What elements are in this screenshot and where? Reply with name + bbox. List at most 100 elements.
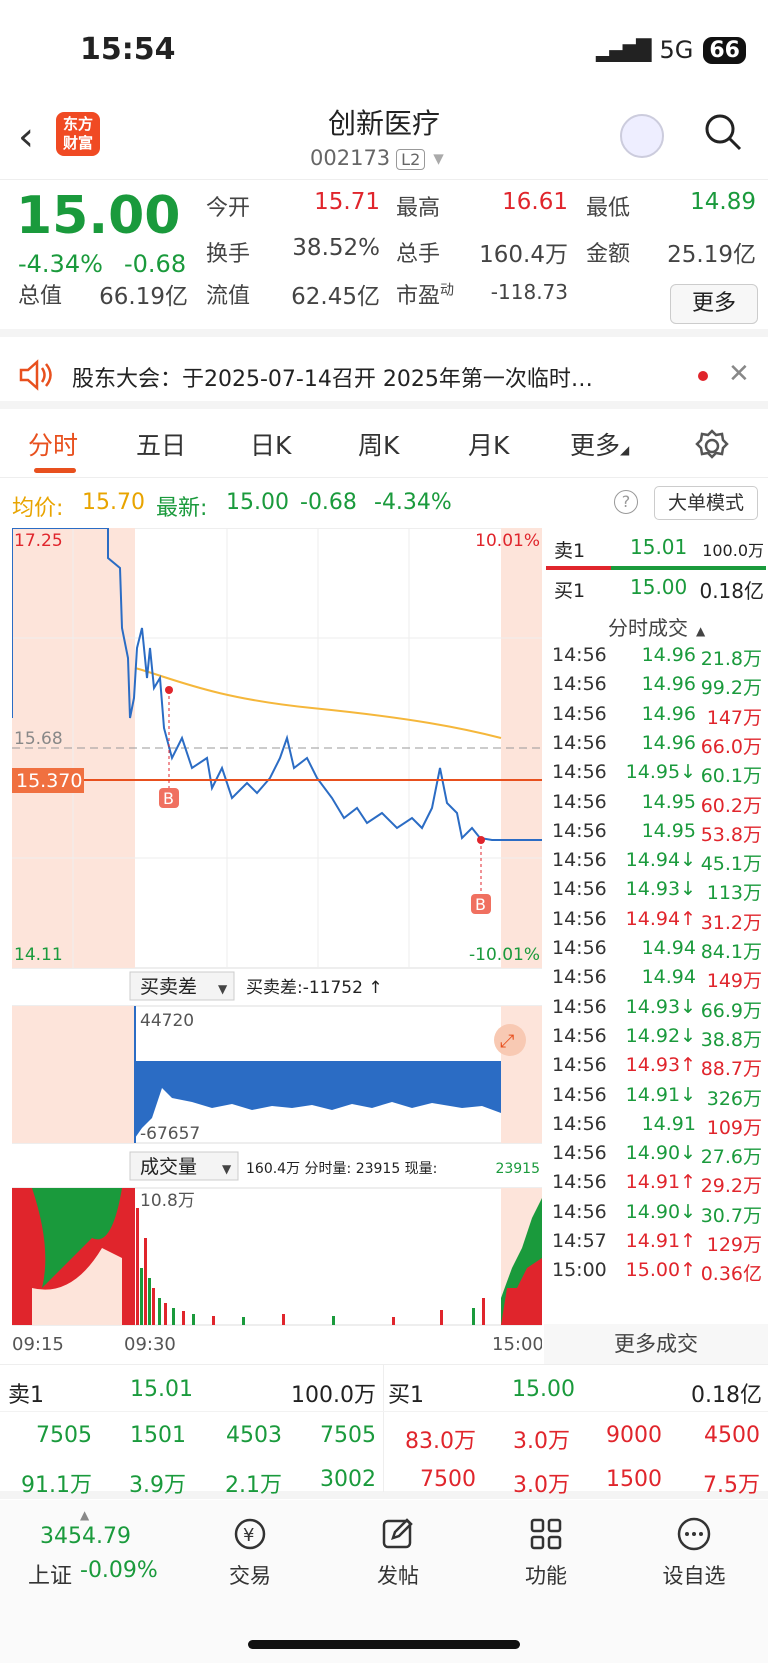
signal-icon: ▂▄▆█ [595,38,652,62]
network-label: 5G [659,36,694,64]
tick-price: 14.91 [641,1112,696,1135]
ob-buy-r2-1: 3.0万 [513,1473,570,1498]
tick-row: 14:56 14.94 149万 [544,966,768,996]
buy-marker-1-label: B [163,789,174,808]
tick-price: 14.96 [641,731,696,754]
stock-code-selector[interactable]: 002173 L2 ▾ [310,146,444,170]
period-tabs: 分时 五日 日K 周K 月K 更多◢ [0,412,768,478]
ob-sell-r1-2: 4503 [226,1423,282,1448]
ob-buy-r2-2: 1500 [606,1467,662,1492]
marker-price: 15.370 [16,770,82,792]
tick-volume: 30.7万 [700,1204,762,1227]
order-book: 卖1 15.01 100.0万 买1 15.00 0.18亿 7505 1501… [0,1364,768,1499]
tick-time: 14:56 [552,937,607,959]
tick-price: 14.96 [641,673,696,696]
latest-label: 最新: [156,496,208,521]
big-order-mode-button[interactable]: 大单模式 [654,486,758,520]
tab-daily[interactable]: 日K [250,426,291,462]
low-value: 14.89 [690,189,756,215]
tab-weekly[interactable]: 周K [358,426,399,462]
more-ticks-button[interactable]: 更多成交 [544,1324,768,1364]
tick-price: 14.96 [641,644,696,666]
tick-volume: 109万 [706,1116,762,1139]
more-button[interactable]: 更多 [670,284,758,324]
avg-value: 15.70 [82,490,145,515]
volume-now: 23915 [495,1161,540,1177]
diff-caret: ▼ [218,982,228,996]
tick-time: 14:56 [552,790,607,813]
notice-banner[interactable]: 股东大会：于2025-07-14召开 2025年第一次临时… ✕ [0,345,768,409]
tick-row: 14:56 14.94↓ 45.1万 [544,849,768,879]
ob-sell1-volume: 100.0万 [291,1383,376,1408]
tick-row: 14:56 14.93↓ 66.9万 [544,996,768,1026]
tab-monthly[interactable]: 月K [468,426,509,462]
turnover-label: 换手 [206,242,251,267]
tick-row: 14:56 14.96 66.0万 [544,732,768,762]
more-dots-icon [677,1517,711,1551]
trade-button[interactable]: ¥ 交易 [200,1516,300,1590]
tick-time: 15:00 [552,1259,607,1282]
tick-volume: 0.36亿 [700,1263,762,1286]
amount-label: 金额 [586,242,631,267]
ticks-header[interactable]: 分时成交 ▲ [608,612,705,641]
tick-row: 14:56 14.96 21.8万 [544,644,768,674]
post-button[interactable]: 发帖 [348,1516,448,1590]
volume-selector-label: 成交量 [140,1156,197,1178]
function-button[interactable]: 功能 [496,1516,596,1590]
tick-row: 14:56 14.95 60.2万 [544,791,768,821]
pe-value: -118.73 [490,280,568,304]
tick-volume: 66.9万 [700,999,762,1022]
close-icon[interactable]: ✕ [728,359,750,389]
assistant-icon[interactable] [620,114,664,158]
tick-time: 14:56 [552,1171,607,1194]
high-label: 最高 [396,196,441,221]
diff-selector-label: 买卖差 [140,976,197,998]
intraday-chart[interactable]: 15.370 B B 17.25 15.68 14.11 10.01% -10.… [11,527,544,1358]
gear-icon[interactable] [694,428,730,464]
search-icon[interactable] [703,112,743,152]
index-name[interactable]: 上证 [28,1558,72,1590]
tick-time: 14:56 [552,644,607,666]
tick-price: 14.90↓ [625,1200,696,1223]
buy1-volume: 0.18亿 [699,579,764,603]
tab-more[interactable]: 更多◢ [570,426,629,462]
float-label: 流值 [206,284,251,309]
tick-volume: 53.8万 [700,823,762,846]
help-icon[interactable]: ? [614,490,638,514]
tick-row: 14:56 14.90↓ 30.7万 [544,1201,768,1231]
caret-up-icon: ▲ [80,1508,90,1522]
tick-time: 14:56 [552,1112,607,1135]
post-label: 发帖 [377,1564,419,1588]
add-watchlist-button[interactable]: 设自选 [644,1516,744,1590]
ob-sell-r1-0: 7505 [36,1423,92,1448]
diff-bottom-label: -67657 [140,1124,200,1144]
ob-sell-r1-3: 7505 [320,1423,376,1448]
tick-row: 14:56 14.96 147万 [544,703,768,733]
price-mid-label: 15.68 [14,729,63,749]
tab-intraday[interactable]: 分时 [28,426,78,462]
tick-volume: 27.6万 [700,1146,762,1169]
last-price: 15.00 [16,186,181,246]
buy1-price: 15.00 [630,575,688,599]
open-label: 今开 [206,196,251,221]
latest-value: 15.00 [226,490,289,515]
index-pct[interactable]: -0.09% [80,1558,158,1583]
tick-row: 15:00 15.00↑ 0.36亿 [544,1259,768,1289]
unread-dot [698,371,708,381]
tick-volume: 88.7万 [700,1058,762,1081]
grid-icon [530,1518,562,1550]
ob-sell-r2-0: 91.1万 [21,1473,92,1498]
mktcap-label: 总值 [18,284,63,309]
tick-row: 14:56 14.95 53.8万 [544,820,768,850]
home-indicator [248,1640,520,1649]
price-top-label: 17.25 [14,531,63,551]
tick-time: 14:56 [552,702,607,725]
stock-code: 002173 [310,146,391,170]
index-value[interactable]: 3454.79 [40,1524,131,1549]
tick-row: 14:56 14.95↓ 60.1万 [544,761,768,791]
tick-volume: 66.0万 [700,735,762,758]
sell1-label: 卖1 [554,540,586,562]
tick-volume: 113万 [706,882,762,905]
price-bottom-label: 14.11 [14,945,63,965]
tab-five-day[interactable]: 五日 [136,426,186,462]
